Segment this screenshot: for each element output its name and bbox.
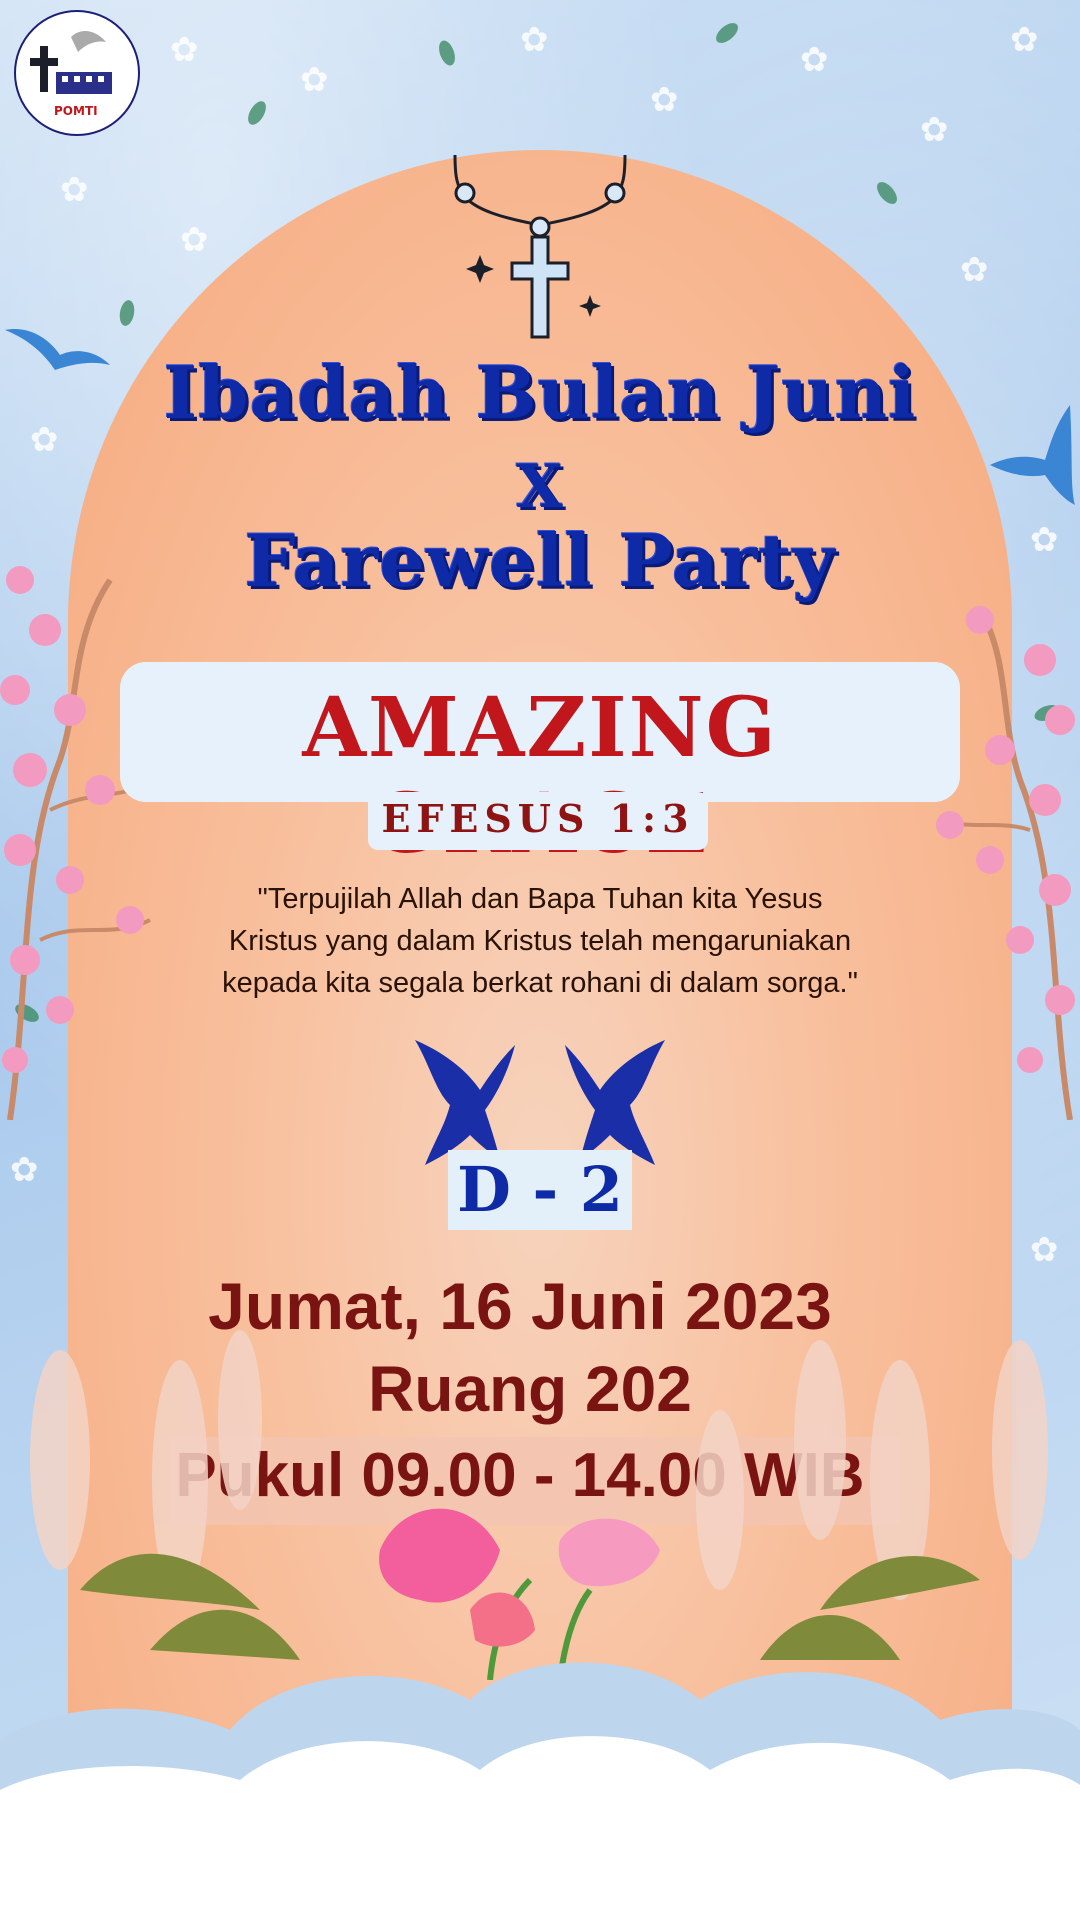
jasmine-flower-icon: ✿ — [1030, 1230, 1059, 1270]
jasmine-flower-icon: ✿ — [920, 110, 949, 150]
leaf-icon — [244, 98, 270, 128]
event-title-line2: Farewell Party — [244, 518, 836, 603]
jasmine-flower-icon: ✿ — [180, 220, 209, 260]
jasmine-flower-icon: ✿ — [650, 80, 679, 120]
leaf-icon — [117, 298, 137, 328]
quote-line: kepada kita segala berkat rohani di dala… — [222, 967, 858, 999]
organization-logo: POMTI — [14, 10, 140, 136]
jasmine-flower-icon: ✿ — [800, 40, 829, 80]
cross-pendant-icon — [453, 155, 627, 339]
event-poster: ✿ ✿ ✿ ✿ ✿ ✿ ✿ ✿ ✿ ✿ ✿ ✿ ✿ ✿ POMTI Ibadah… — [0, 0, 1080, 1920]
countdown-label: D - 2 — [457, 1153, 623, 1226]
event-title-line1: Ibadah Bulan Juni — [163, 350, 917, 435]
jasmine-flower-icon: ✿ — [60, 170, 89, 210]
event-title-separator: X — [516, 452, 564, 522]
quote-line: Kristus yang dalam Kristus telah mengaru… — [228, 925, 852, 957]
leaf-icon — [435, 38, 459, 68]
jasmine-flower-icon: ✿ — [1010, 20, 1039, 60]
bible-quote: "Terpujilah Allah dan Bapa Tuhan kita Ye… — [130, 878, 950, 1004]
leaf-icon — [873, 178, 901, 208]
cloud-icon — [0, 1662, 1080, 1920]
logo-acronym: POMTI — [54, 104, 98, 118]
leaf-icon — [712, 19, 742, 47]
jasmine-flower-icon: ✿ — [300, 60, 329, 100]
jasmine-flower-icon: ✿ — [520, 20, 549, 60]
jasmine-flower-icon: ✿ — [960, 250, 989, 290]
verse-reference: EFESUS 1:3 — [381, 796, 695, 841]
quote-line: "Terpujilah Allah dan Bapa Tuhan kita Ye… — [257, 883, 823, 915]
jasmine-flower-icon: ✿ — [170, 30, 199, 70]
jasmine-flower-icon: ✿ — [10, 1150, 39, 1190]
